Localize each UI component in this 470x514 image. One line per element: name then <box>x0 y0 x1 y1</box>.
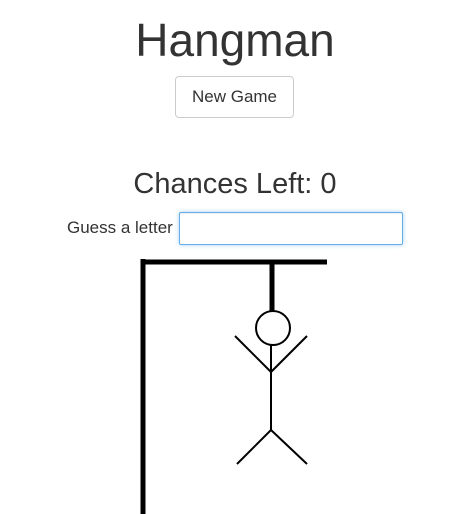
hangman-head <box>255 310 291 346</box>
hangman-drawing <box>140 259 327 514</box>
hangman-left-leg <box>236 429 272 465</box>
hangman-right-leg <box>270 429 308 465</box>
hangman-left-arm <box>234 335 272 373</box>
hangman-right-arm <box>270 335 308 373</box>
